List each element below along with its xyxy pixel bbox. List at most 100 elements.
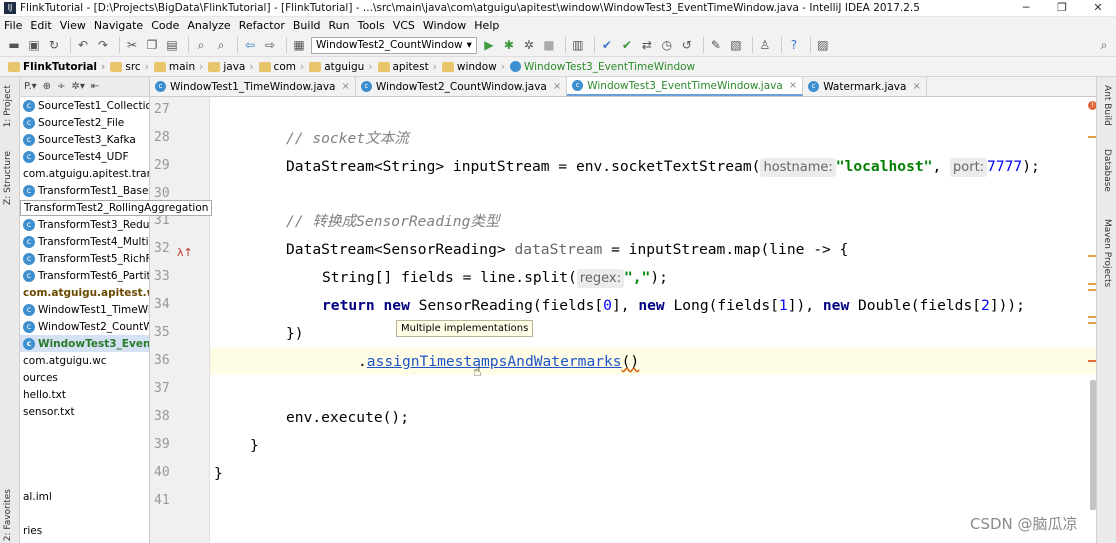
tree-item[interactable]: c SourceTest2_File [20,114,149,131]
run-configuration-select[interactable]: WindowTest2_CountWindow ▾ [311,36,477,54]
project-view-select[interactable]: P.▾ [24,81,37,92]
menu-refactor[interactable]: Refactor [239,19,285,32]
tree-item[interactable]: cTransformTest6_Partition [20,267,149,284]
ant-build-tool-button[interactable]: Ant Build [1102,85,1112,126]
maximize-button[interactable]: ❐ [1044,0,1080,17]
error-marker[interactable] [1088,360,1096,362]
cut-icon[interactable]: ✂ [124,37,140,53]
tab-watermark[interactable]: c Watermark.java × [803,77,927,96]
menu-build[interactable]: Build [293,19,321,32]
vcs-commit-icon[interactable]: ✔ [619,37,635,53]
menu-analyze[interactable]: Analyze [187,19,230,32]
menu-help[interactable]: Help [474,19,499,32]
breadcrumb-item[interactable]: main › [153,61,206,73]
project-structure-icon[interactable]: ▥ [570,37,586,53]
code-editor[interactable]: // socket文本流 DataStream<String> inputStr… [210,97,1096,543]
tree-item[interactable]: c SourceTest1_Collection [20,97,149,114]
menu-run[interactable]: Run [329,19,350,32]
find-icon[interactable]: ⌕ [193,37,209,53]
tree-item[interactable]: c SourceTest3_Kafka [20,131,149,148]
breadcrumb-item[interactable]: FlinkTutorial › [8,61,108,73]
tasks-icon[interactable]: ▨ [815,37,831,53]
tree-item[interactable]: cTransformTest4_MultipleStreams [20,233,149,250]
close-icon[interactable]: × [341,81,349,92]
vcs-revert-icon[interactable]: ↺ [679,37,695,53]
tree-item[interactable]: cWindowTest1_TimeWindow [20,301,149,318]
favorites-tool-button[interactable]: 2: Favorites [3,489,13,541]
open-folder-icon[interactable]: ▬ [6,37,22,53]
tree-item[interactable]: com.atguigu.wc [20,352,149,369]
tree-item[interactable]: ries [20,522,149,539]
database-tool-button[interactable]: Database [1102,149,1112,192]
search-everywhere-icon[interactable]: ⌕ [1096,37,1112,53]
tab-windowtest2[interactable]: c WindowTest2_CountWindow.java × [356,77,568,96]
maven-projects-tool-button[interactable]: Maven Projects [1102,219,1112,287]
menu-edit[interactable]: Edit [30,19,51,32]
close-icon[interactable]: × [789,80,797,91]
run-icon[interactable]: ▶ [481,37,497,53]
back-icon[interactable]: ⇦ [242,37,258,53]
breadcrumb-item[interactable]: src › [110,61,152,73]
undo-icon[interactable]: ↶ [75,37,91,53]
breadcrumb-item[interactable]: java › [208,61,256,73]
warning-marker[interactable] [1088,322,1096,324]
warning-marker[interactable] [1088,316,1096,318]
method-link[interactable]: assignTimestampsAndWatermarks [367,353,622,370]
forward-icon[interactable]: ⇨ [262,37,278,53]
warning-marker[interactable] [1088,136,1096,138]
tree-item[interactable]: cWindowTest3_EventTimeWindow [20,335,149,352]
redo-icon[interactable]: ↷ [95,37,111,53]
hide-icon[interactable]: ⇤ [91,81,99,92]
menu-file[interactable]: File [4,19,22,32]
debug-icon[interactable]: ✱ [501,37,517,53]
menu-navigate[interactable]: Navigate [94,19,143,32]
vcs-history-icon[interactable]: ◷ [659,37,675,53]
tree-item[interactable]: ources [20,369,149,386]
project-tool-button[interactable]: 1: Project [3,85,13,127]
tree-item[interactable]: Program Files\Java\jdk1.8.0_ [20,539,149,543]
tree-item[interactable]: sensor.txt [20,403,149,420]
tab-windowtest3[interactable]: c WindowTest3_EventTimeWindow.java × [567,77,804,96]
menu-tools[interactable]: Tools [358,19,385,32]
structure-icon[interactable]: ▧ [728,37,744,53]
tree-item[interactable]: al.iml [20,488,149,505]
menu-vcs[interactable]: VCS [393,19,415,32]
gear-icon[interactable]: ✲▾ [71,81,84,92]
replace-icon[interactable]: ⌕ [213,37,229,53]
paste-icon[interactable]: ▤ [164,37,180,53]
breadcrumb-item[interactable]: window › [441,61,508,73]
sync-icon[interactable]: ↻ [46,37,62,53]
tree-item[interactable]: hello.txt [20,386,149,403]
build-icon[interactable]: ▦ [291,37,307,53]
settings-icon[interactable]: ✎ [708,37,724,53]
close-icon[interactable]: × [553,81,561,92]
stop-icon[interactable]: ■ [541,37,557,53]
tree-item[interactable]: cWindowTest2_CountWindow [20,318,149,335]
collapse-icon[interactable]: ÷ [57,81,65,92]
copy-icon[interactable]: ❐ [144,37,160,53]
tree-item[interactable]: cTransformTest5_RichFunction [20,250,149,267]
menu-view[interactable]: View [60,19,86,32]
warning-marker[interactable] [1088,289,1096,291]
warning-marker[interactable] [1088,283,1096,285]
tab-windowtest1[interactable]: c WindowTest1_TimeWindow.java × [150,77,356,96]
vcs-update-icon[interactable]: ✔ [599,37,615,53]
locate-icon[interactable]: ⊕ [43,81,51,92]
breadcrumb-item[interactable]: apitest › [377,61,440,73]
lambda-icon[interactable]: λ↑ [177,246,193,259]
breadcrumb-item[interactable]: atguigu › [309,61,375,73]
close-icon[interactable]: × [912,81,920,92]
menu-window[interactable]: Window [423,19,466,32]
close-button[interactable]: ✕ [1080,0,1116,17]
tree-item[interactable]: com.atguigu.apitest.transform [20,165,149,182]
tree-item[interactable]: c TransformTest3_Reduce [20,216,149,233]
structure-tool-button[interactable]: Z: Structure [3,151,13,205]
vcs-compare-icon[interactable]: ⇄ [639,37,655,53]
minimize-button[interactable]: ─ [1008,0,1044,17]
warning-marker[interactable] [1088,255,1096,257]
save-icon[interactable]: ▣ [26,37,42,53]
breadcrumb-item[interactable]: com › [258,61,308,73]
coverage-icon[interactable]: ✲ [521,37,537,53]
help-icon[interactable]: ? [786,37,802,53]
tree-item[interactable]: com.atguigu.apitest.window [20,284,149,301]
